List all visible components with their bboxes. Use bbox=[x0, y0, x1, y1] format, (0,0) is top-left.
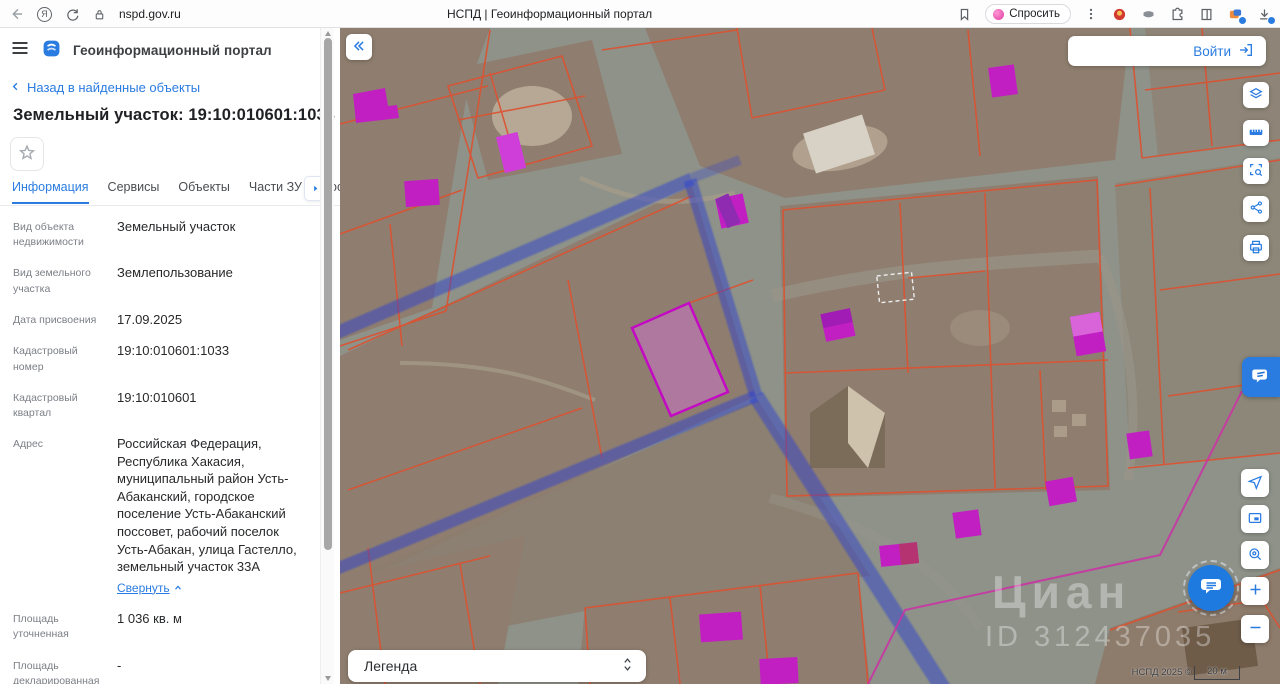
back-chevron-icon bbox=[10, 80, 21, 95]
overview-map-button[interactable] bbox=[1241, 505, 1269, 533]
ask-ai-icon bbox=[993, 9, 1004, 20]
plus-icon bbox=[1248, 582, 1263, 600]
back-to-results-link[interactable]: Назад в найденные объекты bbox=[10, 80, 327, 95]
legend-label: Легенда bbox=[364, 658, 417, 674]
browser-refresh-icon[interactable] bbox=[65, 7, 80, 22]
layers-icon bbox=[1248, 86, 1264, 105]
svg-text:ID 312437035: ID 312437035 bbox=[985, 621, 1215, 653]
favorite-star-button[interactable] bbox=[10, 137, 44, 171]
bookmark-icon[interactable] bbox=[957, 7, 972, 22]
address-bar-url[interactable]: nspd.gov.ru bbox=[119, 7, 181, 21]
extension-icon-3[interactable] bbox=[1227, 6, 1243, 22]
page-tab-title: НСПД | Геоинформационный портал bbox=[447, 7, 652, 21]
downloads-icon[interactable] bbox=[1256, 6, 1272, 22]
legend-bar[interactable]: Легенда bbox=[348, 650, 646, 682]
scale-bar: 20 м bbox=[1194, 666, 1240, 680]
lock-icon[interactable] bbox=[93, 8, 106, 21]
scrollbar-thumb[interactable] bbox=[324, 38, 332, 550]
chat-icon bbox=[1199, 574, 1223, 603]
ruler-icon bbox=[1248, 124, 1264, 143]
portal-logo-icon bbox=[42, 39, 61, 63]
attribute-list: Вид объекта недвижимостиЗемельный участо… bbox=[0, 218, 340, 684]
login-button[interactable]: Войти bbox=[1068, 36, 1266, 66]
scrollbar-down-arrow[interactable] bbox=[325, 676, 331, 681]
print-button[interactable] bbox=[1243, 235, 1269, 261]
area-select-button[interactable] bbox=[1243, 158, 1269, 184]
browser-back-icon[interactable] bbox=[8, 6, 24, 22]
browser-menu-icon[interactable] bbox=[1084, 7, 1098, 21]
attribute-row: Площадь уточненная1 036 кв. м bbox=[13, 610, 310, 642]
sidebar-toggle-icon[interactable] bbox=[1198, 6, 1214, 22]
drawing-tools-icon bbox=[1250, 364, 1272, 391]
caret-up-icon bbox=[173, 583, 183, 593]
extension-icon-1[interactable] bbox=[1111, 6, 1127, 22]
navigate-arrow-icon bbox=[1247, 474, 1263, 493]
browser-chrome: Я nspd.gov.ru НСПД | Геоинформационный п… bbox=[0, 0, 1280, 28]
scrollbar-up-arrow[interactable] bbox=[325, 31, 331, 36]
area-select-icon bbox=[1248, 162, 1264, 181]
zoom-out-button[interactable] bbox=[1241, 615, 1269, 643]
drawing-tools-button[interactable] bbox=[1242, 357, 1280, 397]
tab-parts[interactable]: Части ЗУ bbox=[249, 180, 302, 202]
expand-collapse-icon bbox=[621, 657, 634, 675]
extensions-puzzle-icon[interactable] bbox=[1169, 6, 1185, 22]
object-info-panel: Геоинформационный портал Назад в найденн… bbox=[0, 28, 340, 684]
attribute-row-address: Адрес Российская Федерация, Республика Х… bbox=[13, 435, 310, 596]
locate-button[interactable] bbox=[1241, 469, 1269, 497]
tab-services[interactable]: Сервисы bbox=[108, 180, 160, 202]
overview-map-icon bbox=[1247, 510, 1263, 529]
share-button[interactable] bbox=[1243, 196, 1269, 222]
tab-objects[interactable]: Объекты bbox=[178, 180, 230, 202]
collapse-panel-button[interactable] bbox=[346, 34, 372, 60]
map-attribution: НСПД 2025 © bbox=[1132, 667, 1192, 678]
app-title: Геоинформационный портал bbox=[73, 43, 272, 58]
attribute-row: Площадь декларированная- bbox=[13, 657, 310, 684]
tab-information[interactable]: Информация bbox=[12, 180, 89, 204]
svg-text:Циан: Циан bbox=[992, 566, 1131, 618]
collapse-address-link[interactable]: Свернуть bbox=[117, 580, 183, 596]
panel-scrollbar[interactable] bbox=[320, 28, 334, 684]
chat-button[interactable] bbox=[1188, 565, 1234, 611]
ask-ai-button[interactable]: Спросить bbox=[985, 4, 1071, 24]
zoom-in-button[interactable] bbox=[1241, 577, 1269, 605]
minus-icon bbox=[1248, 620, 1263, 638]
menu-icon[interactable] bbox=[10, 38, 30, 63]
search-location-icon bbox=[1247, 546, 1263, 565]
double-chevron-left-icon bbox=[352, 39, 366, 56]
layers-button[interactable] bbox=[1243, 82, 1269, 108]
search-on-map-button[interactable] bbox=[1241, 541, 1269, 569]
attribute-row: Кадастровый квартал19:10:010601 bbox=[13, 389, 310, 421]
attribute-row: Вид объекта недвижимостиЗемельный участо… bbox=[13, 218, 310, 250]
tab-bar: Информация Сервисы Объекты Части ЗУ Сост… bbox=[0, 180, 340, 206]
downloads-badge bbox=[1267, 16, 1276, 25]
extension-icon-2[interactable] bbox=[1140, 6, 1156, 22]
login-icon bbox=[1238, 42, 1254, 61]
yandex-browser-icon[interactable]: Я bbox=[37, 7, 52, 22]
map-canvas: Циан ID 312437035 bbox=[340, 28, 1280, 684]
attribute-row: Вид земельного участкаЗемлепользование bbox=[13, 264, 310, 296]
measure-button[interactable] bbox=[1243, 120, 1269, 146]
print-icon bbox=[1248, 239, 1264, 258]
attribute-row: Кадастровый номер19:10:010601:1033 bbox=[13, 342, 310, 374]
page-title: Земельный участок: 19:10:010601:1033 bbox=[13, 106, 327, 125]
extension-badge bbox=[1238, 16, 1247, 25]
star-icon bbox=[17, 143, 37, 166]
attribute-row: Дата присвоения17.09.2025 bbox=[13, 311, 310, 329]
satellite-map[interactable]: Циан ID 312437035 Войти Леге bbox=[340, 28, 1280, 684]
share-icon bbox=[1249, 200, 1264, 218]
